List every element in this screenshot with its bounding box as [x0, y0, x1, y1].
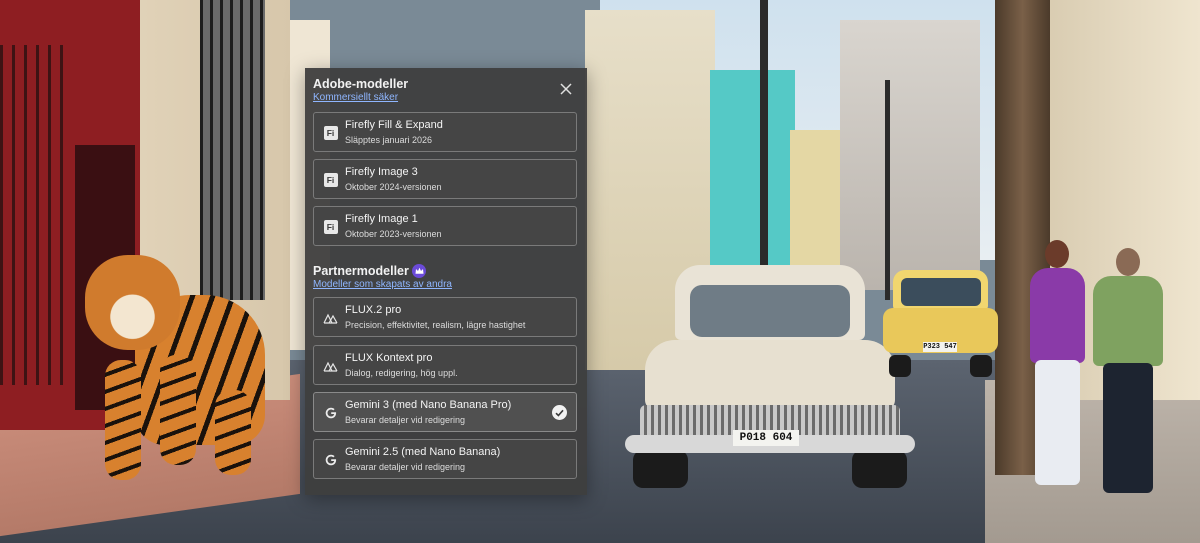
model-option-gemini-3[interactable]: Gemini 3 (med Nano Banana Pro) Bevarar d…	[313, 392, 577, 432]
google-glyph	[325, 454, 336, 465]
model-option-flux-2-pro[interactable]: FLUX.2 pro Precision, effektivitet, real…	[313, 297, 577, 337]
model-name: Firefly Image 3	[345, 166, 418, 178]
pedestrian-head	[1116, 248, 1140, 276]
adobe-models-heading: Adobe-modeller	[313, 77, 409, 91]
model-option-firefly-fill-expand[interactable]: Fi Firefly Fill & Expand Släpptes januar…	[313, 112, 577, 152]
teal-building	[710, 70, 795, 290]
model-option-gemini-2-5[interactable]: Gemini 2.5 (med Nano Banana) Bevarar det…	[313, 439, 577, 479]
license-plate: P018 604	[733, 430, 799, 446]
white-vintage-car: P018 604	[625, 265, 915, 490]
model-name: FLUX.2 pro	[345, 304, 402, 316]
checkmark-glyph	[555, 409, 564, 417]
car-windshield	[901, 278, 981, 306]
model-name: Gemini 2.5 (med Nano Banana)	[345, 446, 501, 458]
firefly-icon: Fi	[323, 125, 338, 140]
model-name: Firefly Image 1	[345, 213, 418, 225]
model-option-firefly-image-3[interactable]: Fi Firefly Image 3 Oktober 2024-versione…	[313, 159, 577, 199]
flux-glyph	[323, 361, 338, 372]
pedestrian	[1025, 240, 1090, 490]
tiger-leg	[105, 360, 141, 480]
model-name: Gemini 3 (med Nano Banana Pro)	[345, 399, 512, 411]
firefly-icon: Fi	[323, 219, 338, 234]
license-plate: P323 547	[923, 342, 957, 352]
firefly-icon: Fi	[323, 172, 338, 187]
flux-icon	[323, 310, 338, 325]
pedestrian-legs	[1035, 360, 1080, 485]
partner-models-subtitle-link[interactable]: Modeller som skapats av andra	[313, 279, 452, 290]
pedestrian-torso	[1093, 276, 1163, 366]
firefly-badge-text: Fi	[323, 172, 338, 187]
partner-models-heading: Partnermodeller	[313, 264, 409, 278]
street-photo: P018 604 P323 547	[0, 0, 1200, 543]
car-wheel	[970, 355, 992, 377]
flux-glyph	[323, 313, 338, 324]
firefly-badge-text: Fi	[323, 125, 338, 140]
model-name: Firefly Fill & Expand	[345, 119, 443, 131]
close-button[interactable]	[557, 80, 575, 98]
pedestrian-head	[1045, 240, 1069, 268]
car-wheel	[852, 450, 907, 488]
model-description: Precision, effektivitet, realism, lägre …	[345, 320, 526, 330]
flux-icon	[323, 358, 338, 373]
crown-glyph	[415, 267, 423, 274]
firefly-badge-text: Fi	[323, 219, 338, 234]
iron-grille	[0, 45, 65, 385]
checkmark-icon	[552, 405, 567, 420]
model-description: Dialog, redigering, hög uppl.	[345, 368, 458, 378]
model-description: Släpptes januari 2026	[345, 135, 433, 145]
pedestrian	[1088, 248, 1168, 498]
yellow-vintage-car: P323 547	[883, 270, 998, 380]
tiger-leg	[160, 355, 196, 465]
model-description: Bevarar detaljer vid redigering	[345, 415, 466, 425]
close-icon	[560, 83, 572, 95]
model-option-flux-kontext-pro[interactable]: FLUX Kontext pro Dialog, redigering, hög…	[313, 345, 577, 385]
model-option-firefly-image-1[interactable]: Fi Firefly Image 1 Oktober 2023-versione…	[313, 206, 577, 246]
google-icon	[323, 405, 338, 420]
car-hood	[645, 340, 895, 410]
car-windshield	[690, 285, 850, 337]
tiger	[85, 240, 265, 495]
tiger-leg	[215, 390, 251, 475]
car-wheel	[889, 355, 911, 377]
model-picker-panel: Adobe-modeller Kommersiellt säker Fi Fir…	[305, 68, 587, 495]
google-icon	[323, 452, 338, 467]
google-glyph	[325, 407, 336, 418]
model-description: Bevarar detaljer vid redigering	[345, 462, 466, 472]
car-wheel	[633, 450, 688, 488]
adobe-models-subtitle-link[interactable]: Kommersiellt säker	[313, 92, 398, 103]
pedestrian-legs	[1103, 363, 1153, 493]
pedestrian-torso	[1030, 268, 1085, 363]
model-description: Oktober 2024-versionen	[345, 182, 442, 192]
model-name: FLUX Kontext pro	[345, 352, 433, 364]
model-description: Oktober 2023-versionen	[345, 229, 442, 239]
crown-icon	[412, 264, 426, 278]
tiger-head	[85, 255, 180, 350]
utility-pole	[760, 0, 768, 275]
far-building	[840, 20, 980, 290]
